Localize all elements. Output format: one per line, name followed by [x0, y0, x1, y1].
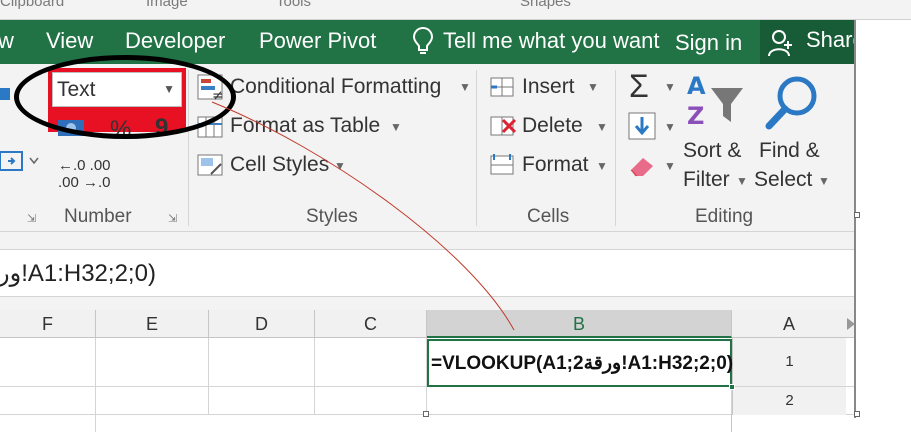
annotation-line — [211, 101, 515, 331]
excel-window: { "top_groups": ["Clipboard", "Image", "… — [0, 0, 911, 432]
